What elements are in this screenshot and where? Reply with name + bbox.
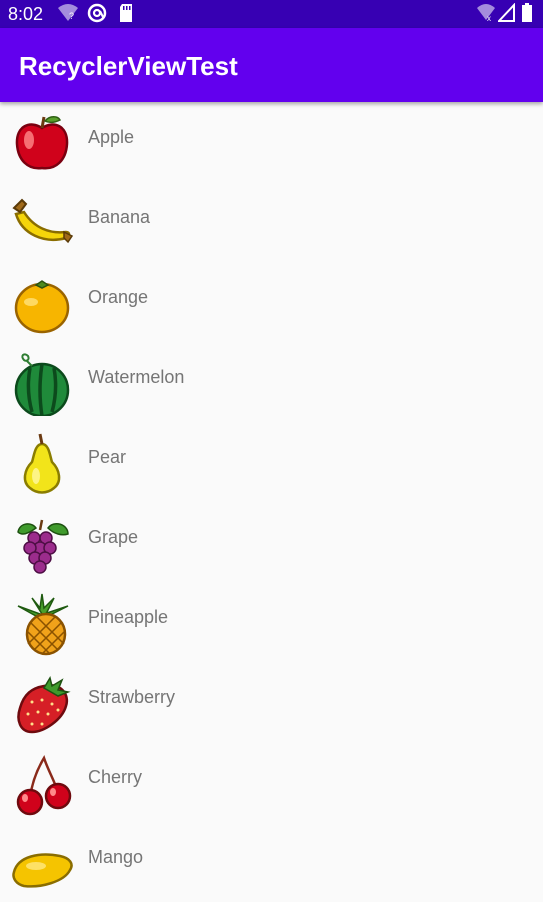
fruit-name: Apple — [88, 127, 135, 147]
at-sign-icon — [87, 3, 107, 23]
fruit-name: Pear — [88, 447, 127, 467]
list-item[interactable]: Apple — [0, 102, 543, 182]
fruit-name: Watermelon — [88, 367, 185, 387]
list-item[interactable]: Grape — [0, 502, 543, 582]
pineapple-icon — [17, 593, 69, 656]
battery-icon — [522, 3, 532, 22]
list-item[interactable]: Pear — [0, 422, 543, 502]
list-item[interactable]: Cherry — [0, 742, 543, 822]
fruit-name: Cherry — [88, 767, 143, 787]
sd-card-icon — [120, 4, 132, 22]
list-item[interactable]: Orange — [0, 262, 543, 342]
fruit-name: Pineapple — [88, 607, 169, 627]
banana-icon — [12, 198, 74, 244]
fruit-name: Strawberry — [88, 687, 176, 707]
app-title: RecyclerViewTest — [19, 51, 238, 81]
list-item[interactable]: Banana — [0, 182, 543, 262]
apple-icon — [15, 116, 69, 170]
strawberry-icon — [17, 676, 71, 734]
list-item[interactable]: Mango — [0, 822, 543, 902]
wifi-question-icon: ? — [58, 4, 78, 21]
mango-icon — [12, 853, 73, 888]
list-item[interactable]: Strawberry — [0, 662, 543, 742]
list-item[interactable]: Watermelon — [0, 342, 543, 422]
watermelon-icon — [14, 353, 70, 416]
status-bar: 8:02 ? x — [0, 0, 543, 28]
orange-icon — [14, 280, 70, 334]
pear-icon — [23, 433, 61, 494]
svg-text:?: ? — [69, 11, 74, 21]
app-bar: RecyclerViewTest — [0, 28, 543, 102]
status-time: 8:02 — [8, 4, 44, 24]
fruit-name: Orange — [88, 287, 149, 307]
grape-icon — [17, 519, 69, 574]
fruit-list[interactable]: Apple Banana Orange Watermelon Pear Grap… — [0, 102, 543, 902]
fruit-name: Grape — [88, 527, 139, 547]
fruit-name: Mango — [88, 847, 144, 867]
signal-icon — [498, 3, 515, 22]
wifi-off-icon: x — [477, 4, 495, 23]
fruit-name: Banana — [88, 207, 151, 227]
svg-text:x: x — [487, 14, 491, 23]
cherry-icon — [16, 755, 72, 816]
list-item[interactable]: Pineapple — [0, 582, 543, 662]
